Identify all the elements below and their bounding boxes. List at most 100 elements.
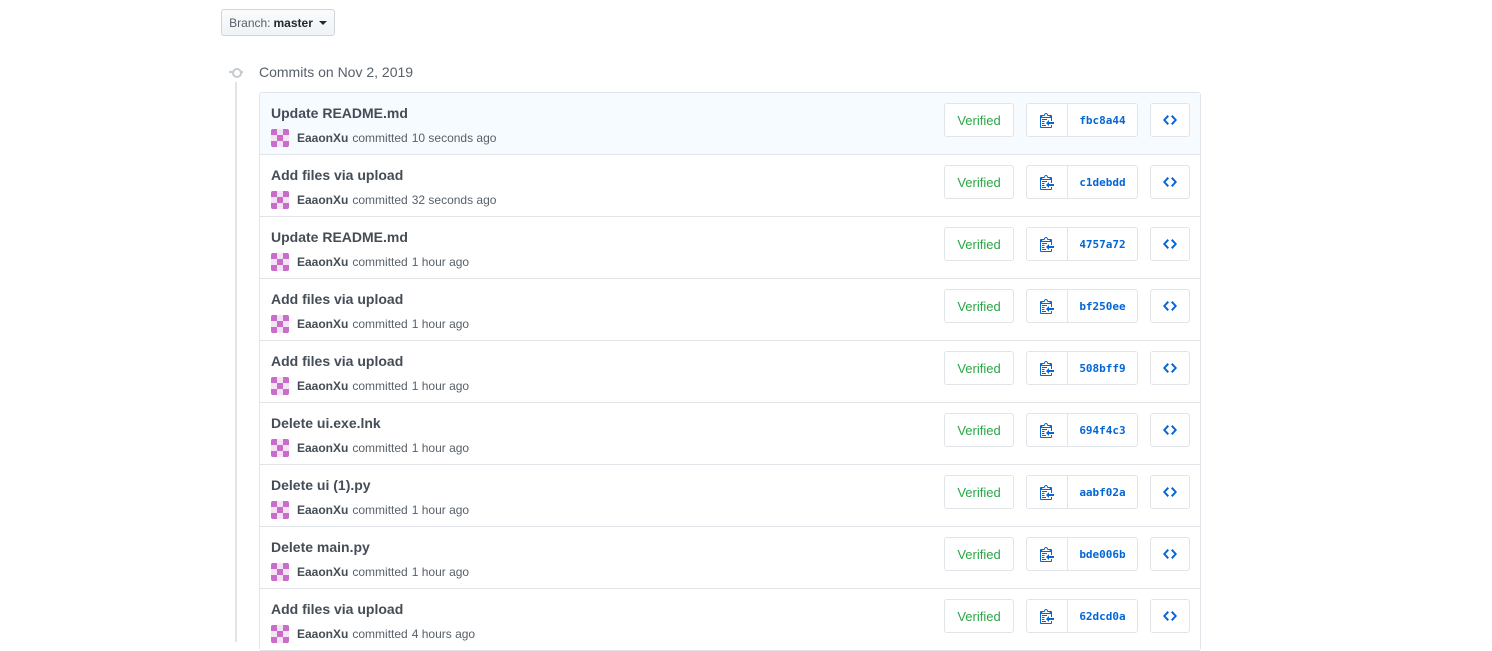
commit-sha-link[interactable]: bf250ee (1068, 290, 1137, 322)
browse-repo-button[interactable] (1150, 227, 1190, 261)
clippy-icon (1040, 485, 1054, 500)
avatar[interactable] (271, 625, 289, 643)
copy-sha-button[interactable] (1027, 538, 1068, 570)
commit-action: committed (352, 193, 408, 207)
browse-repo-button[interactable] (1150, 475, 1190, 509)
commit-time: 32 seconds ago (411, 193, 497, 207)
verified-badge[interactable]: Verified (944, 537, 1014, 571)
commit-meta: EaaonXu committed 1 hour ago (271, 253, 469, 271)
commit-time: 1 hour ago (411, 255, 470, 269)
commit-message-link[interactable]: Add files via upload (271, 353, 403, 369)
commit-row: Update README.md EaaonXu committed 10 se… (260, 93, 1200, 155)
browse-repo-button[interactable] (1150, 413, 1190, 447)
commit-action: committed (352, 255, 408, 269)
sha-button-group: 694f4c3 (1026, 413, 1138, 447)
commit-author[interactable]: EaaonXu (297, 193, 348, 207)
verified-badge[interactable]: Verified (944, 227, 1014, 261)
commit-sha-link[interactable]: c1debdd (1068, 166, 1137, 198)
commit-sha-link[interactable]: 62dcd0a (1068, 600, 1137, 632)
copy-sha-button[interactable] (1027, 290, 1068, 322)
code-icon (1163, 177, 1177, 187)
copy-sha-button[interactable] (1027, 352, 1068, 384)
commit-message-link[interactable]: Add files via upload (271, 291, 403, 307)
commit-author[interactable]: EaaonXu (297, 627, 348, 641)
commit-author[interactable]: EaaonXu (297, 503, 348, 517)
commit-meta: EaaonXu committed 1 hour ago (271, 377, 469, 395)
avatar[interactable] (271, 439, 289, 457)
branch-select-button[interactable]: Branch: master (221, 9, 335, 36)
commit-message-link[interactable]: Update README.md (271, 105, 408, 121)
avatar[interactable] (271, 129, 289, 147)
commit-sha-link[interactable]: aabf02a (1068, 476, 1137, 508)
sha-button-group: c1debdd (1026, 165, 1138, 199)
copy-sha-button[interactable] (1027, 104, 1068, 136)
avatar[interactable] (271, 191, 289, 209)
commit-message-link[interactable]: Delete ui.exe.lnk (271, 415, 381, 431)
verified-badge[interactable]: Verified (944, 103, 1014, 137)
verified-badge[interactable]: Verified (944, 351, 1014, 385)
verified-badge[interactable]: Verified (944, 413, 1014, 447)
commit-sha-link[interactable]: 508bff9 (1068, 352, 1137, 384)
clippy-icon (1040, 609, 1054, 624)
browse-repo-button[interactable] (1150, 165, 1190, 199)
commit-message-link[interactable]: Update README.md (271, 229, 408, 245)
sha-button-group: 62dcd0a (1026, 599, 1138, 633)
clippy-icon (1040, 113, 1054, 128)
copy-sha-button[interactable] (1027, 414, 1068, 446)
commit-author[interactable]: EaaonXu (297, 565, 348, 579)
commit-meta: EaaonXu committed 1 hour ago (271, 501, 469, 519)
commit-author[interactable]: EaaonXu (297, 379, 348, 393)
commit-action: committed (352, 379, 408, 393)
browse-repo-button[interactable] (1150, 599, 1190, 633)
commit-action: committed (352, 131, 408, 145)
verified-badge[interactable]: Verified (944, 475, 1014, 509)
commit-author[interactable]: EaaonXu (297, 131, 348, 145)
avatar[interactable] (271, 501, 289, 519)
commit-message-link[interactable]: Delete main.py (271, 539, 370, 555)
browse-repo-button[interactable] (1150, 289, 1190, 323)
commit-message-link[interactable]: Add files via upload (271, 601, 403, 617)
commit-author[interactable]: EaaonXu (297, 317, 348, 331)
sha-button-group: 508bff9 (1026, 351, 1138, 385)
commit-time: 1 hour ago (411, 503, 470, 517)
copy-sha-button[interactable] (1027, 228, 1068, 260)
code-icon (1163, 549, 1177, 559)
copy-sha-button[interactable] (1027, 476, 1068, 508)
browse-repo-button[interactable] (1150, 103, 1190, 137)
avatar[interactable] (271, 253, 289, 271)
code-icon (1163, 611, 1177, 621)
commit-row: Add files via upload EaaonXu committed 3… (260, 155, 1200, 217)
code-icon (1163, 301, 1177, 311)
commit-time: 10 seconds ago (411, 131, 497, 145)
commit-author[interactable]: EaaonXu (297, 441, 348, 455)
copy-sha-button[interactable] (1027, 600, 1068, 632)
browse-repo-button[interactable] (1150, 537, 1190, 571)
verified-badge[interactable]: Verified (944, 289, 1014, 323)
commit-row: Add files via upload EaaonXu committed 1… (260, 341, 1200, 403)
commit-author[interactable]: EaaonXu (297, 255, 348, 269)
code-icon (1163, 239, 1177, 249)
clippy-icon (1040, 299, 1054, 314)
sha-button-group: aabf02a (1026, 475, 1138, 509)
commit-sha-link[interactable]: 4757a72 (1068, 228, 1137, 260)
avatar[interactable] (271, 563, 289, 581)
copy-sha-button[interactable] (1027, 166, 1068, 198)
sha-button-group: bde006b (1026, 537, 1138, 571)
branch-name: master (273, 15, 313, 30)
clippy-icon (1040, 361, 1054, 376)
commit-message-link[interactable]: Delete ui (1).py (271, 477, 371, 493)
commit-message-link[interactable]: Add files via upload (271, 167, 403, 183)
clippy-icon (1040, 237, 1054, 252)
commit-row: Delete ui (1).py EaaonXu committed 1 hou… (260, 465, 1200, 527)
code-icon (1163, 487, 1177, 497)
commit-sha-link[interactable]: 694f4c3 (1068, 414, 1137, 446)
avatar[interactable] (271, 377, 289, 395)
avatar[interactable] (271, 315, 289, 333)
browse-repo-button[interactable] (1150, 351, 1190, 385)
verified-badge[interactable]: Verified (944, 599, 1014, 633)
git-commit-icon (229, 67, 243, 78)
commit-sha-link[interactable]: bde006b (1068, 538, 1137, 570)
verified-badge[interactable]: Verified (944, 165, 1014, 199)
commit-row: Delete main.py EaaonXu committed 1 hour … (260, 527, 1200, 589)
commit-sha-link[interactable]: fbc8a44 (1068, 104, 1137, 136)
